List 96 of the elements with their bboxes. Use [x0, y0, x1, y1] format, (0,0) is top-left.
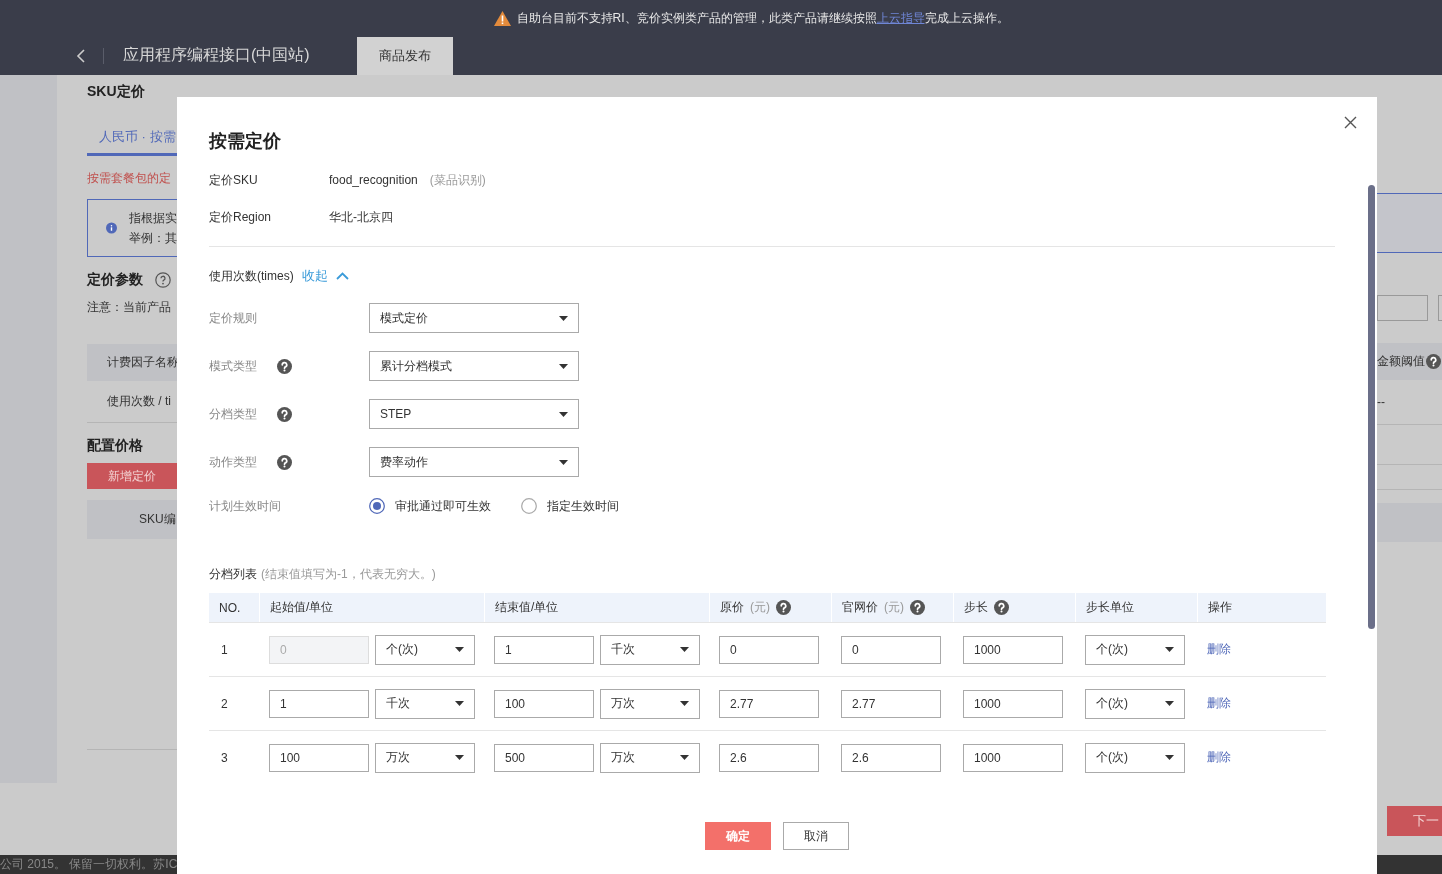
column-header: 步长单位	[1086, 599, 1134, 616]
input-field[interactable]: 2.6	[841, 743, 941, 772]
column-header: 步长	[964, 599, 988, 616]
column-header: 官网价	[842, 599, 878, 616]
unit-text: (元)	[750, 599, 770, 616]
dropdown[interactable]: 个(次)	[1085, 742, 1185, 773]
radio-option[interactable]: 审批通过即可生效	[369, 497, 491, 515]
dropdown[interactable]: 千次	[600, 634, 700, 665]
caret-icon	[559, 411, 568, 417]
dropdown[interactable]: 个(次)	[1085, 688, 1185, 719]
group-label: 使用次数(times)	[209, 267, 294, 285]
info-icon	[106, 220, 117, 236]
column-header: 金额阈值	[1377, 353, 1425, 370]
scrollbar[interactable]	[1368, 185, 1375, 629]
row-number: 3	[221, 750, 228, 765]
column-header: 起始值/单位	[270, 599, 334, 616]
input-field[interactable]: 500	[494, 743, 594, 772]
column-header: NO.	[219, 600, 241, 615]
input-field[interactable]: 1000	[963, 743, 1063, 772]
dropdown[interactable]: 累计分档模式	[369, 351, 579, 381]
page-title: 应用程序编程接口(中国站)	[123, 45, 311, 65]
field-label: 分档类型	[209, 405, 258, 423]
caret-icon	[680, 701, 689, 706]
row-number: 2	[221, 696, 228, 711]
field-label: 定价规则	[209, 309, 258, 327]
input-field[interactable]: 2.77	[719, 689, 819, 718]
input-field[interactable]: 100	[494, 689, 594, 718]
field-label: 定价SKU	[209, 171, 259, 189]
dropdown[interactable]: 个(次)	[375, 634, 475, 665]
column-header: 原价	[720, 599, 744, 616]
caret-icon	[455, 755, 464, 760]
dropdown[interactable]: 模式定价	[369, 303, 579, 333]
input-field[interactable]: 2.77	[841, 689, 941, 718]
dropdown[interactable]: 个(次)	[1085, 634, 1185, 665]
caret-icon	[1165, 647, 1174, 652]
field-value: 华北-北京四	[329, 208, 393, 226]
column-header: 结束值/单位	[495, 599, 559, 616]
input-field[interactable]: 1	[494, 635, 594, 664]
cancel-button[interactable]: 取消	[783, 822, 849, 850]
info-text: 举例：其	[129, 229, 177, 247]
caret-icon	[559, 363, 568, 369]
caret-icon	[559, 315, 568, 321]
hint-text: (菜品识别)	[429, 171, 486, 189]
input-field[interactable]: 100	[269, 743, 369, 772]
input-field[interactable]: 1000	[963, 689, 1063, 718]
chevron-up-icon[interactable]	[335, 272, 349, 280]
field-label: 模式类型	[209, 357, 258, 375]
field-label: 动作类型	[209, 453, 258, 471]
input-field[interactable]: 0	[841, 635, 941, 664]
warning-icon	[493, 11, 511, 26]
input-field[interactable]: 2.6	[719, 743, 819, 772]
dropdown[interactable]: 万次	[600, 688, 700, 719]
help-icon	[1426, 354, 1441, 369]
caret-icon	[1165, 755, 1174, 760]
back-icon[interactable]	[76, 49, 86, 63]
dropdown[interactable]: 万次	[375, 742, 475, 773]
caret-icon	[455, 701, 464, 706]
footer-text: 公司 2015。 保留一切权利。苏IC	[0, 856, 177, 873]
field-value: food_recognition	[329, 173, 418, 187]
input-field[interactable]: 0	[719, 635, 819, 664]
close-icon[interactable]	[1344, 116, 1357, 129]
caret-icon	[680, 755, 689, 760]
hint-text: (结束值填写为-1，代表无穷大。)	[261, 566, 436, 583]
caret-icon	[455, 647, 464, 652]
field-label: 计划生效时间	[209, 497, 282, 515]
radio-option[interactable]: 指定生效时间	[521, 497, 619, 515]
section-title: 分档列表	[209, 566, 257, 583]
table-cell: --	[1377, 395, 1385, 409]
dialog-title: 按需定价	[209, 130, 282, 153]
input-field[interactable]	[1377, 295, 1428, 321]
notice-text: 自助台目前不支持RI、竞价实例类产品的管理，此类产品请继续按照上云指导完成上云操作。	[516, 10, 1009, 27]
dropdown[interactable]: 千次	[375, 688, 475, 719]
input-field[interactable]: 1000	[963, 635, 1063, 664]
help-icon	[155, 272, 171, 288]
unit-text: (元)	[884, 599, 904, 616]
section-title: SKU定价	[87, 83, 145, 101]
section-title: 配置价格	[87, 437, 143, 455]
caret-icon	[559, 459, 568, 465]
dropdown[interactable]: 费率动作	[369, 447, 579, 477]
column-header: 操作	[1208, 599, 1232, 616]
input-field[interactable]: 1	[269, 689, 369, 718]
delete-link[interactable]: 删除	[1207, 641, 1231, 658]
table-header: SKU编	[87, 500, 177, 539]
caret-icon	[1165, 701, 1174, 706]
info-text: 指根据实	[129, 209, 177, 227]
note-text: 注意：当前产品	[87, 299, 171, 316]
delete-link[interactable]: 删除	[1207, 749, 1231, 766]
tab[interactable]: 商品发布	[357, 37, 453, 75]
dropdown[interactable]: STEP	[369, 399, 579, 429]
section-title: 定价参数	[87, 271, 143, 289]
dropdown[interactable]: 万次	[600, 742, 700, 773]
row-number: 1	[221, 642, 228, 657]
caret-icon	[680, 647, 689, 652]
field-label: 定价Region	[209, 208, 273, 226]
warning-text: 按需套餐包的定	[87, 170, 171, 187]
delete-link[interactable]: 删除	[1207, 695, 1231, 712]
